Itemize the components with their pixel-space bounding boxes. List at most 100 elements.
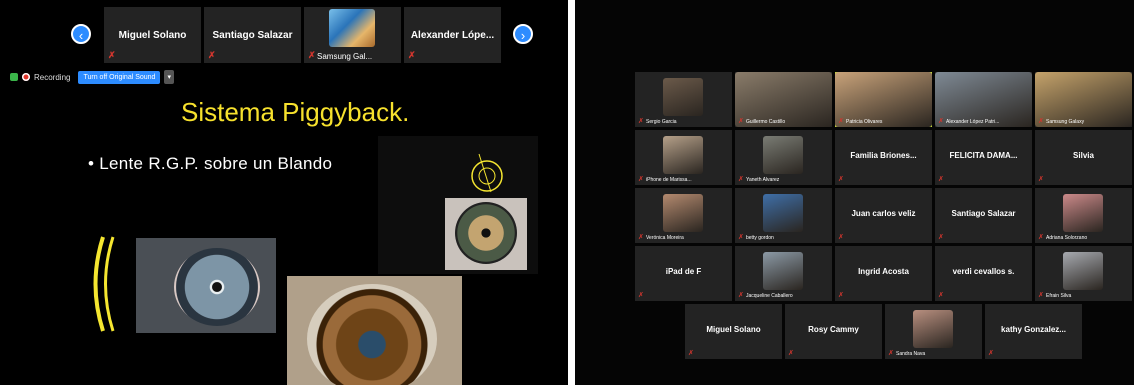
participant-tile[interactable]: Yaneth Alvarez ✗ <box>735 130 832 185</box>
participant-tile[interactable]: Verónica Moreira ✗ <box>635 188 732 243</box>
muted-mic-icon: ✗ <box>108 50 116 60</box>
participant-name: Silvia <box>1073 151 1094 160</box>
participant-name: Verónica Moreira <box>646 235 684 241</box>
muted-mic-icon: ✗ <box>838 292 844 299</box>
muted-mic-icon: ✗ <box>738 234 744 241</box>
participant-name: Samsung Gal... <box>317 52 373 61</box>
muted-mic-icon: ✗ <box>1038 292 1044 299</box>
participant-name: Yaneth Alvarez <box>746 177 780 183</box>
muted-mic-icon: ✗ <box>838 234 844 241</box>
participant-name: betty gordon <box>746 235 774 241</box>
recording-label: Recording <box>34 72 71 82</box>
participant-video <box>1063 194 1103 232</box>
participant-tile[interactable]: Santiago Salazar ✗ <box>935 188 1032 243</box>
muted-mic-icon: ✗ <box>888 350 894 357</box>
participant-tile[interactable]: verdi cevallos s. ✗ <box>935 246 1032 301</box>
participant-name: Patricia Olivares <box>846 119 883 125</box>
muted-mic-icon: ✗ <box>638 234 644 241</box>
participant-tile[interactable]: Efrain Silva ✗ <box>1035 246 1132 301</box>
recording-bar: Recording Turn off Original Sound ▾ <box>10 69 174 85</box>
participant-name: FELICITA DAMA... <box>949 151 1018 160</box>
next-page-button[interactable]: › <box>513 24 533 44</box>
participant-name: verdi cevallos s. <box>952 267 1015 276</box>
muted-mic-icon: ✗ <box>638 292 644 299</box>
participant-tile[interactable]: Patricia Olivares ✗ <box>835 72 932 127</box>
previous-page-button[interactable]: ‹ <box>71 24 91 44</box>
participant-name: Samsung Galaxy <box>1046 119 1085 125</box>
participant-name: Santiago Salazar <box>212 29 293 41</box>
participant-name: Familia Briones... <box>850 151 917 160</box>
participant-tile[interactable]: iPad de F ✗ <box>635 246 732 301</box>
eye-photo-small <box>445 198 527 270</box>
muted-mic-icon: ✗ <box>938 176 944 183</box>
muted-mic-icon: ✗ <box>788 350 794 357</box>
participant-name: Efrain Silva <box>1046 293 1072 299</box>
participant-name: Alexander Lópe... <box>410 29 495 41</box>
participant-video <box>329 9 375 47</box>
participant-tile[interactable]: Miguel Solano ✗ <box>685 304 782 359</box>
participant-tile[interactable]: betty gordon ✗ <box>735 188 832 243</box>
muted-mic-icon: ✗ <box>738 118 744 125</box>
participant-video <box>763 252 803 290</box>
muted-mic-icon: ✗ <box>938 234 944 241</box>
participant-video <box>913 310 953 348</box>
participant-name: Santiago Salazar <box>951 209 1016 218</box>
participant-name: Adriana Solorzano <box>1046 235 1088 241</box>
participant-video <box>1063 252 1103 290</box>
participant-tile[interactable]: Adriana Solorzano ✗ <box>1035 188 1132 243</box>
participant-strip: Miguel Solano ✗ Santiago Salazar ✗ ✗ Sam… <box>104 7 504 63</box>
participant-tile[interactable]: Ingrid Acosta ✗ <box>835 246 932 301</box>
participant-tile[interactable]: kathy Gonzalez... ✗ <box>985 304 1082 359</box>
chevron-down-icon[interactable]: ▾ <box>164 70 174 84</box>
participant-name: Sandra Nava <box>896 351 926 357</box>
muted-mic-icon: ✗ <box>408 50 416 60</box>
participant-tile[interactable]: Sandra Nava ✗ <box>885 304 982 359</box>
slide-title: Sistema Piggyback. <box>181 97 410 127</box>
participant-name: Rosy Cammy <box>808 325 859 334</box>
gallery-panel: Sergio Garcia ✗ Guillermo Castillo ✗ Patrici… <box>575 0 1134 385</box>
muted-mic-icon: ✗ <box>1038 176 1044 183</box>
participant-tile[interactable]: FELICITA DAMA... ✗ <box>935 130 1032 185</box>
original-sound-button[interactable]: Turn off Original Sound <box>78 70 161 84</box>
participant-name: Jacqueline Caballero <box>746 293 793 299</box>
strip-tile[interactable]: Santiago Salazar ✗ <box>204 7 301 63</box>
muted-mic-icon: ✗ <box>938 292 944 299</box>
participant-tile[interactable]: Samsung Galaxy ✗ <box>1035 72 1132 127</box>
participant-tile[interactable]: Silvia ✗ <box>1035 130 1132 185</box>
strip-tile[interactable]: Miguel Solano ✗ <box>104 7 201 63</box>
participant-video <box>663 78 703 116</box>
lock-icon <box>10 73 18 81</box>
muted-mic-icon: ✗ <box>308 50 316 60</box>
recording-icon <box>22 73 30 81</box>
participant-name: Sergio Garcia <box>646 119 677 125</box>
participant-tile[interactable]: Jacqueline Caballero ✗ <box>735 246 832 301</box>
participant-tile[interactable]: Juan carlos veliz ✗ <box>835 188 932 243</box>
participant-tile[interactable]: Sergio Garcia ✗ <box>635 72 732 127</box>
muted-mic-icon: ✗ <box>688 350 694 357</box>
participant-name: kathy Gonzalez... <box>1001 325 1066 334</box>
participant-name: Miguel Solano <box>118 29 187 41</box>
muted-mic-icon: ✗ <box>988 350 994 357</box>
participant-tile[interactable]: Alexander López Patri... ✗ <box>935 72 1032 127</box>
muted-mic-icon: ✗ <box>938 118 944 125</box>
muted-mic-icon: ✗ <box>638 176 644 183</box>
shared-screen-panel: ‹ Miguel Solano ✗ Santiago Salazar ✗ ✗ S… <box>0 0 568 385</box>
eye-photo-bottom <box>287 276 462 385</box>
participant-tile[interactable]: Guillermo Castillo ✗ <box>735 72 832 127</box>
muted-mic-icon: ✗ <box>838 118 844 125</box>
lens-diagram-left <box>93 236 115 332</box>
muted-mic-icon: ✗ <box>1038 118 1044 125</box>
participant-name: iPad de F <box>665 267 702 276</box>
muted-mic-icon: ✗ <box>1038 234 1044 241</box>
strip-tile[interactable]: Alexander Lópe... ✗ <box>404 7 501 63</box>
participant-tile[interactable]: Familia Briones... ✗ <box>835 130 932 185</box>
muted-mic-icon: ✗ <box>738 176 744 183</box>
participant-name: Guillermo Castillo <box>746 119 786 125</box>
participant-tile[interactable]: iPhone de Marissa... ✗ <box>635 130 732 185</box>
slide-bullet: • Lente R.G.P. sobre un Blando <box>88 154 333 173</box>
participant-tile[interactable]: Rosy Cammy ✗ <box>785 304 882 359</box>
participant-name: Alexander López Patri... <box>946 119 1000 125</box>
strip-tile-video[interactable]: ✗ Samsung Gal... <box>304 7 401 63</box>
muted-mic-icon: ✗ <box>838 176 844 183</box>
participant-video <box>763 136 803 174</box>
